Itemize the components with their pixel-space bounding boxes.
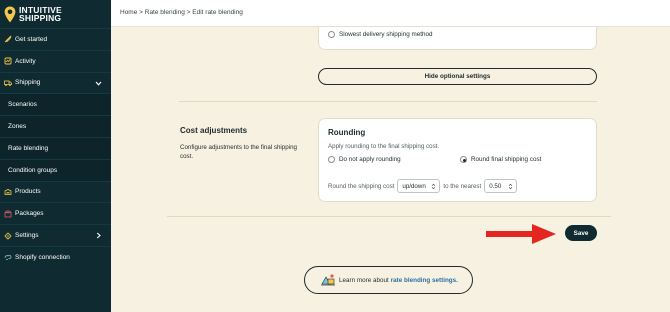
sidebar-item-condition-groups[interactable]: Condition groups xyxy=(0,158,111,181)
breadcrumb[interactable]: Home > Rate blending > Edit rate blendin… xyxy=(120,9,243,16)
chevron-down-icon xyxy=(95,81,102,86)
do-not-round-label: Do not apply rounding xyxy=(339,156,401,163)
package-icon xyxy=(4,210,12,218)
optional-settings-card: Slowest delivery shipping method xyxy=(318,27,597,50)
sidebar-item-label: Shipping xyxy=(15,79,41,87)
select-arrows-icon xyxy=(508,183,513,190)
sidebar-item-shipping[interactable]: Shipping xyxy=(0,71,111,94)
sidebar: INTUITIVE SHIPPING Get started Activity … xyxy=(0,0,111,312)
rounding-help-text: Apply rounding to the final shipping cos… xyxy=(328,143,440,150)
sidebar-item-label: Get started xyxy=(15,35,48,43)
gear-icon xyxy=(4,232,12,240)
save-button[interactable]: Save xyxy=(565,225,597,241)
connection-icon xyxy=(4,255,12,261)
sidebar-item-label: Activity xyxy=(15,57,36,65)
sidebar-nav: Get started Activity Shipping Scenarios … xyxy=(0,28,111,268)
brand-line-2: SHIPPING xyxy=(19,13,62,23)
brand-logo[interactable]: INTUITIVE SHIPPING xyxy=(4,3,62,25)
round-cost-label: Round the shipping cost xyxy=(328,182,395,190)
sidebar-item-label: Settings xyxy=(15,232,39,240)
sidebar-item-label: Products xyxy=(15,188,41,196)
delivery-illustration-icon xyxy=(321,274,335,286)
location-pin-icon xyxy=(4,6,16,22)
rounding-nearest-select[interactable]: 0.50 xyxy=(484,179,518,193)
sidebar-item-label: Scenarios xyxy=(8,101,37,109)
top-bar: Home > Rate blending > Edit rate blendin… xyxy=(111,0,670,27)
sidebar-item-shopify-connection[interactable]: Shopify connection xyxy=(0,245,111,268)
section-divider xyxy=(179,101,597,102)
nearest-label: to the nearest xyxy=(443,182,482,190)
cost-adjustments-description: Configure adjustments to the final shipp… xyxy=(180,144,297,160)
sidebar-item-label: Packages xyxy=(15,210,44,218)
rounding-controls: Round the shipping cost up/down to the n… xyxy=(328,179,520,193)
slowest-delivery-label: Slowest delivery shipping method xyxy=(339,31,433,38)
round-final-cost-option[interactable]: Round final shipping cost xyxy=(460,156,541,163)
rounding-direction-value: up/down xyxy=(402,182,426,190)
sidebar-item-rate-blending[interactable]: Rate blending xyxy=(0,136,111,159)
sidebar-item-label: Condition groups xyxy=(8,166,58,174)
rounding-nearest-value: 0.50 xyxy=(489,182,502,190)
sidebar-item-label: Zones xyxy=(8,123,27,131)
sidebar-item-label: Rate blending xyxy=(8,144,49,152)
rounding-direction-select[interactable]: up/down xyxy=(397,179,441,193)
sidebar-item-products[interactable]: Products xyxy=(0,180,111,203)
products-icon xyxy=(4,189,12,195)
sidebar-item-label: Shopify connection xyxy=(15,253,70,261)
sidebar-item-zones[interactable]: Zones xyxy=(0,115,111,137)
brand-name: INTUITIVE SHIPPING xyxy=(19,5,62,23)
slowest-delivery-option[interactable]: Slowest delivery shipping method xyxy=(328,31,432,38)
footer-divider xyxy=(167,216,611,217)
round-final-cost-label: Round final shipping cost xyxy=(471,156,542,163)
do-not-round-radio[interactable] xyxy=(328,156,335,163)
round-final-cost-radio[interactable] xyxy=(460,156,467,163)
sidebar-item-packages[interactable]: Packages xyxy=(0,202,111,224)
do-not-round-option[interactable]: Do not apply rounding xyxy=(328,156,401,163)
chevron-right-icon xyxy=(96,232,101,239)
rounding-title: Rounding xyxy=(328,128,366,137)
slowest-delivery-radio[interactable] xyxy=(328,31,335,38)
sidebar-item-activity[interactable]: Activity xyxy=(0,49,111,72)
rounding-card: Rounding Apply rounding to the final shi… xyxy=(318,118,597,202)
learn-more-text: Learn more about xyxy=(339,276,389,284)
select-arrows-icon xyxy=(432,183,436,190)
truck-icon xyxy=(4,80,12,87)
hide-optional-settings-button[interactable]: Hide optional settings xyxy=(318,68,597,85)
sidebar-item-settings[interactable]: Settings xyxy=(0,224,111,246)
red-arrow-annotation xyxy=(486,224,556,244)
learn-more-banner[interactable]: Learn more about rate blending settings. xyxy=(304,266,473,294)
sidebar-item-get-started[interactable]: Get started xyxy=(0,28,111,50)
cost-adjustments-title: Cost adjustments xyxy=(180,126,248,135)
activity-icon xyxy=(4,57,12,65)
rocket-icon xyxy=(4,36,12,43)
rate-blending-settings-link[interactable]: rate blending settings. xyxy=(391,277,458,284)
sidebar-item-scenarios[interactable]: Scenarios xyxy=(0,93,111,116)
